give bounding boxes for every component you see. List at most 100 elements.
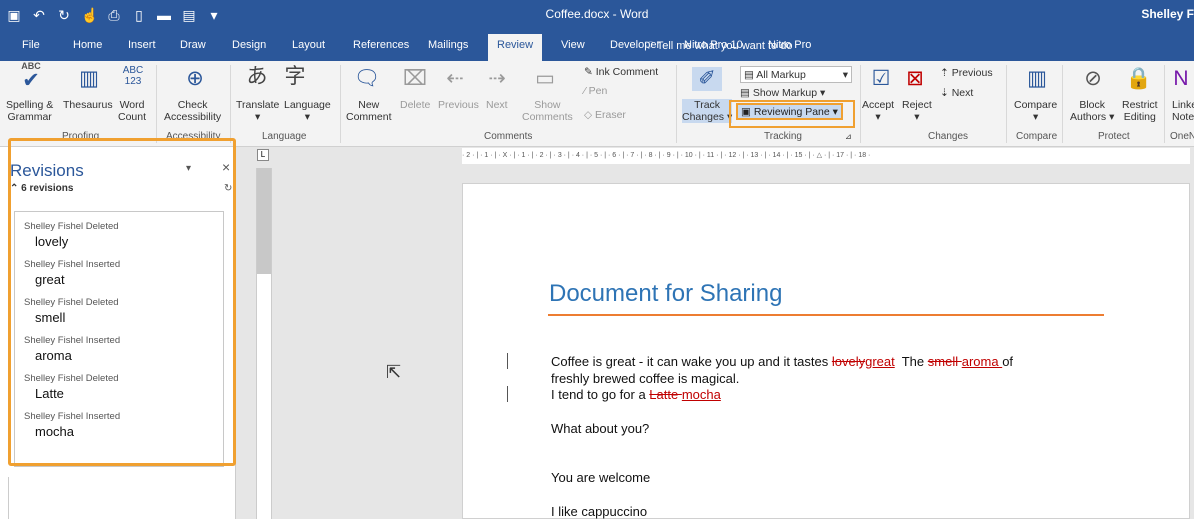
delete-comment-button[interactable]: Delete [400,99,430,111]
separator [1062,65,1063,143]
translate-button[interactable]: Translate ▾ [236,99,279,123]
separator [860,65,861,143]
thesaurus-icon: ▥ [79,67,99,90]
track-changes-icon: ✐ [692,67,722,91]
deleted-text[interactable]: Latte [649,387,682,402]
ink-comment-button[interactable]: ✎ Ink Comment [584,66,658,78]
spelling-grammar-button[interactable]: Spelling & Grammar [6,99,53,123]
display-for-review-select[interactable]: ▤ All Markup ▾ [740,66,852,83]
new-comment-icon: 🗨 [353,67,381,90]
check-accessibility-button[interactable]: Check Accessibility [164,99,221,123]
inserted-text[interactable]: aroma [962,354,1002,369]
show-comments-icon: ▭ [535,67,555,90]
block-authors-button[interactable]: Block Authors ▾ [1070,99,1114,123]
show-markup-icon: ▤ [740,87,753,99]
language-button[interactable]: Language ▾ [284,99,331,123]
tab-file[interactable]: File [22,39,40,51]
next-change-icon: ⇣ [940,87,952,99]
vertical-ruler[interactable] [256,168,272,519]
previous-comment-button[interactable]: Previous [438,99,479,111]
word-count-icon: ABC 123 [122,65,144,87]
separator [676,65,677,143]
linked-notes-button[interactable]: LinkeNote [1172,99,1194,123]
paragraph-4[interactable]: You are welcome [551,470,650,485]
tab-insert[interactable]: Insert [128,39,156,51]
ribbon-tabs: File Home Insert Draw Design Layout Refe… [0,30,1194,61]
next-change-button[interactable]: ⇣ Next [940,87,973,99]
group-label-onenote: OneN [1170,131,1194,142]
tracking-options-launcher[interactable]: ⊿ [845,131,852,143]
previous-comment-icon: ⇠ [446,67,464,90]
compare-icon: ▥ [1027,67,1047,90]
horizontal-ruler[interactable]: · 2 · | · 1 · | · X · | · 1 · | · 2 · | … [462,148,1190,164]
group-label-changes: Changes [928,131,969,142]
group-label-protect: Protect [1098,131,1130,142]
heading-underline [548,314,1104,316]
tab-selector[interactable]: L [257,149,269,161]
change-bar [507,353,508,369]
onenote-icon: N [1173,67,1189,90]
compare-button[interactable]: Compare ▾ [1014,99,1057,123]
block-authors-icon: ⊘ [1084,67,1102,90]
group-label-comments: Comments [484,131,533,142]
paragraph-1[interactable]: Coffee is great - it can wake you up and… [551,354,1013,369]
inserted-text[interactable]: mocha [682,387,721,402]
language-icon: 字 [284,65,306,88]
document-page[interactable] [462,183,1190,519]
reject-icon: ⊠ [906,67,924,90]
checkmark-icon: ✔ [22,69,40,92]
paragraph-1-line-2[interactable]: freshly brewed coffee is magical. [551,371,739,386]
accessibility-icon: ⊕ [186,67,204,90]
tab-review[interactable]: Review [488,34,543,61]
pen-button[interactable]: ⁄ Pen [584,85,607,97]
pane-scroll-edge [8,477,9,519]
reviewing-pane-highlight [729,100,855,128]
previous-change-button[interactable]: ⇡ Previous [940,67,993,79]
window-title: Coffee.docx - Word [545,7,649,21]
tell-me-search[interactable]: ♡ Tell me what you want to do [644,39,792,52]
track-changes-button[interactable]: Track Changes ▾ [682,99,733,123]
separator [1006,65,1007,143]
lightbulb-icon: ♡ [644,40,657,52]
accept-button[interactable]: Accept ▾ [862,99,894,123]
tab-home[interactable]: Home [73,39,102,51]
user-name[interactable]: Shelley F [1141,7,1194,21]
show-comments-button[interactable]: Show Comments [522,99,573,123]
revisions-highlight [8,138,236,466]
separator [1164,65,1165,143]
vertical-ruler-margin [257,168,271,274]
document-heading[interactable]: Document for Sharing [549,280,782,308]
ribbon: ABC ✔ Spelling & Grammar ▥ Thesaurus ABC 1… [0,61,1194,147]
tab-draw[interactable]: Draw [180,39,206,51]
paragraph-3[interactable]: What about you? [551,421,649,436]
group-label-language: Language [262,131,307,142]
paragraph-5[interactable]: I like cappuccino [551,504,647,519]
tab-view[interactable]: View [561,39,585,51]
thesaurus-button[interactable]: Thesaurus [63,99,113,111]
restrict-editing-button[interactable]: Restrict Editing [1122,99,1158,123]
tab-mailings[interactable]: Mailings [428,39,468,51]
next-comment-button[interactable]: Next [486,99,508,111]
inserted-text[interactable]: great [865,354,895,369]
tab-references[interactable]: References [353,39,409,51]
deleted-text[interactable]: lovely [832,354,865,369]
mouse-cursor-icon: ⇱ [386,362,402,382]
markup-icon: ▤ [744,69,757,81]
accept-icon: ☑ [871,67,891,90]
tab-design[interactable]: Design [232,39,266,51]
change-bar [507,386,508,402]
paragraph-2[interactable]: I tend to go for a Latte mocha [551,387,721,402]
ink-comment-icon: ✎ [584,66,596,78]
show-markup-button[interactable]: ▤ Show Markup ▾ [740,87,825,99]
separator [340,65,341,143]
eraser-button[interactable]: ◇ Eraser [584,109,626,121]
reject-button[interactable]: Reject ▾ [902,99,932,123]
restrict-editing-icon: 🔒 [1125,67,1153,90]
word-count-button[interactable]: Word Count [118,99,146,123]
translate-icon: あ [246,65,268,88]
deleted-text[interactable]: smell [928,354,962,369]
eraser-icon: ◇ [584,109,595,121]
next-comment-icon: ⇢ [488,67,506,90]
tab-layout[interactable]: Layout [292,39,325,51]
new-comment-button[interactable]: New Comment [346,99,392,123]
